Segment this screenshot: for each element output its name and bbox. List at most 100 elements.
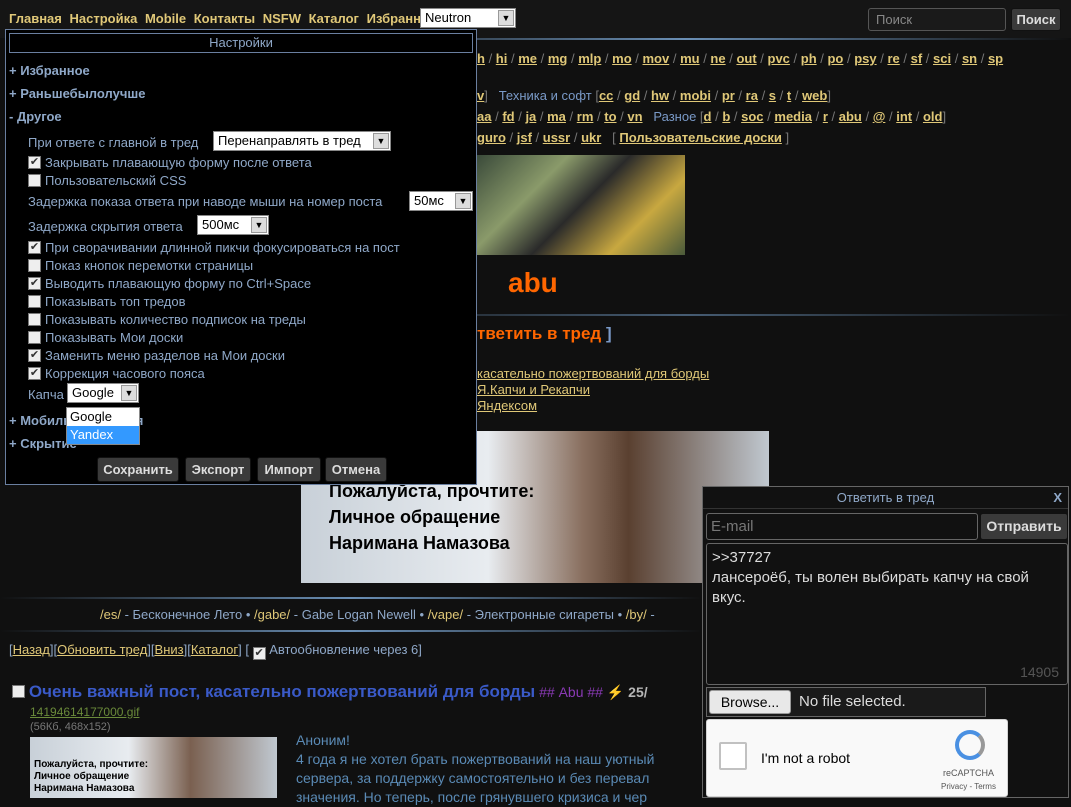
checkbox-close-form[interactable]: ✔ <box>28 156 41 169</box>
catalog-link[interactable]: Каталог <box>191 642 238 657</box>
board-link-sf[interactable]: sf <box>911 51 923 66</box>
ticker-board[interactable]: /by/ <box>626 607 647 622</box>
board-link-gd[interactable]: gd <box>624 88 640 103</box>
section-other[interactable]: - Другое <box>9 109 62 124</box>
recaptcha-checkbox[interactable] <box>719 742 747 770</box>
board-link-sn[interactable]: sn <box>962 51 977 66</box>
board-link-r[interactable]: r <box>823 109 828 124</box>
board-link-re[interactable]: re <box>887 51 899 66</box>
section-old[interactable]: + Раньшебылолучше <box>9 86 145 101</box>
recaptcha-privacy[interactable]: Privacy - Terms <box>941 782 996 791</box>
board-link-out[interactable]: out <box>736 51 756 66</box>
cancel-button[interactable]: Отмена <box>325 457 387 482</box>
board-link-rm[interactable]: rm <box>577 109 594 124</box>
delay-show-select[interactable]: 50мс ▼ <box>409 191 473 211</box>
board-link-to[interactable]: to <box>604 109 616 124</box>
post-file-link[interactable]: 14194614177000.gif <box>30 705 139 719</box>
board-link-me[interactable]: me <box>518 51 537 66</box>
settings-checkbox[interactable] <box>28 313 41 326</box>
notice-link[interactable]: касательно пожертвований для борды <box>477 366 709 381</box>
reply-form-header[interactable]: Ответить в тред X <box>703 487 1068 509</box>
board-link-t[interactable]: t <box>787 88 791 103</box>
board-link-sp[interactable]: sp <box>988 51 1003 66</box>
save-button[interactable]: Сохранить <box>97 457 179 482</box>
board-link-pr[interactable]: pr <box>722 88 735 103</box>
board-link-jsf[interactable]: jsf <box>517 130 532 145</box>
board-link-ra[interactable]: ra <box>746 88 758 103</box>
board-link-abu[interactable]: abu <box>839 109 862 124</box>
board-link-mlp[interactable]: mlp <box>578 51 601 66</box>
board-link-soc[interactable]: soc <box>741 109 763 124</box>
board-link-b[interactable]: b <box>722 109 730 124</box>
send-button[interactable]: Отправить <box>980 513 1068 540</box>
board-link-mobi[interactable]: mobi <box>680 88 711 103</box>
settings-checkbox[interactable]: ✔ <box>28 367 41 380</box>
checkbox-custom-css[interactable] <box>28 174 41 187</box>
board-link-mg[interactable]: mg <box>548 51 568 66</box>
ticker-board[interactable]: /vape/ <box>428 607 463 622</box>
board-link-guro[interactable]: guro <box>477 130 506 145</box>
board-link-pvc[interactable]: pvc <box>768 51 790 66</box>
board-link-ukr[interactable]: ukr <box>581 130 601 145</box>
settings-checkbox[interactable] <box>28 295 41 308</box>
board-link-@[interactable]: @ <box>873 109 886 124</box>
settings-checkbox[interactable]: ✔ <box>28 349 41 362</box>
notice-link[interactable]: Яндексом <box>477 398 537 413</box>
browse-button[interactable]: Browse... <box>709 690 791 714</box>
board-link-media[interactable]: media <box>774 109 812 124</box>
search-input[interactable]: Поиск <box>868 8 1006 31</box>
board-link-psy[interactable]: psy <box>854 51 876 66</box>
user-boards-link[interactable]: Пользовательские доски <box>619 130 782 145</box>
captcha-option-google[interactable]: Google <box>67 408 139 426</box>
nav-catalog[interactable]: Каталог <box>309 11 359 26</box>
reply-mode-select[interactable]: Перенаправлять в тред ▼ <box>213 131 391 151</box>
board-link-int[interactable]: int <box>896 109 912 124</box>
email-field[interactable]: E-mail <box>706 513 978 540</box>
export-button[interactable]: Экспорт <box>185 457 251 482</box>
board-link-po[interactable]: po <box>827 51 843 66</box>
auto-refresh-checkbox[interactable]: ✔ <box>252 647 266 660</box>
delay-hide-select[interactable]: 500мс ▼ <box>197 215 269 235</box>
board-link[interactable]: v <box>477 88 484 103</box>
board-link-hw[interactable]: hw <box>651 88 669 103</box>
settings-checkbox[interactable] <box>28 259 41 272</box>
board-link-ne[interactable]: ne <box>710 51 725 66</box>
board-link-hi[interactable]: hi <box>496 51 508 66</box>
board-link-vn[interactable]: vn <box>627 109 642 124</box>
reply-thread-link[interactable]: тветить в тред ] <box>477 324 612 344</box>
ticker-board[interactable]: /gabe/ <box>254 607 290 622</box>
board-link-mov[interactable]: mov <box>643 51 670 66</box>
nav-mobile[interactable]: Mobile <box>145 11 186 26</box>
post-checkbox[interactable] <box>12 685 25 698</box>
nav-contacts[interactable]: Контакты <box>194 11 255 26</box>
down-link[interactable]: Вниз <box>155 642 184 657</box>
notice-link[interactable]: Я.Капчи и Рекапчи <box>477 382 590 397</box>
nav-settings[interactable]: Настройка <box>70 11 138 26</box>
board-link-ma[interactable]: ma <box>547 109 566 124</box>
nav-nsfw[interactable]: NSFW <box>263 11 301 26</box>
board-link-ussr[interactable]: ussr <box>543 130 570 145</box>
board-link-web[interactable]: web <box>802 88 827 103</box>
settings-checkbox[interactable]: ✔ <box>28 241 41 254</box>
section-favorites[interactable]: + Избранное <box>9 63 90 78</box>
captcha-select[interactable]: Google ▼ <box>67 383 139 403</box>
board-link-cc[interactable]: cc <box>599 88 613 103</box>
board-link-mu[interactable]: mu <box>680 51 700 66</box>
style-select[interactable]: Neutron ▼ <box>420 8 516 28</box>
close-icon[interactable]: X <box>1053 487 1062 509</box>
search-button[interactable]: Поиск <box>1011 8 1061 31</box>
board-link-mo[interactable]: mo <box>612 51 632 66</box>
refresh-link[interactable]: Обновить тред <box>57 642 147 657</box>
board-link-old[interactable]: old <box>923 109 943 124</box>
post-thumbnail[interactable]: Пожалуйста, прочтите: Личное обращение Нар… <box>30 737 277 798</box>
board-link-aa[interactable]: aa <box>477 109 491 124</box>
board-link-sci[interactable]: sci <box>933 51 951 66</box>
settings-checkbox[interactable]: ✔ <box>28 277 41 290</box>
reply-textarea[interactable]: >>37727 лансероёб, ты волен выбирать кап… <box>706 543 1068 685</box>
file-input[interactable]: Browse... No file selected. <box>706 687 986 717</box>
settings-checkbox[interactable] <box>28 331 41 344</box>
captcha-option-yandex[interactable]: Yandex <box>67 426 139 444</box>
nav-main[interactable]: Главная <box>9 11 62 26</box>
board-link-s[interactable]: s <box>769 88 776 103</box>
board-link-fd[interactable]: fd <box>502 109 514 124</box>
